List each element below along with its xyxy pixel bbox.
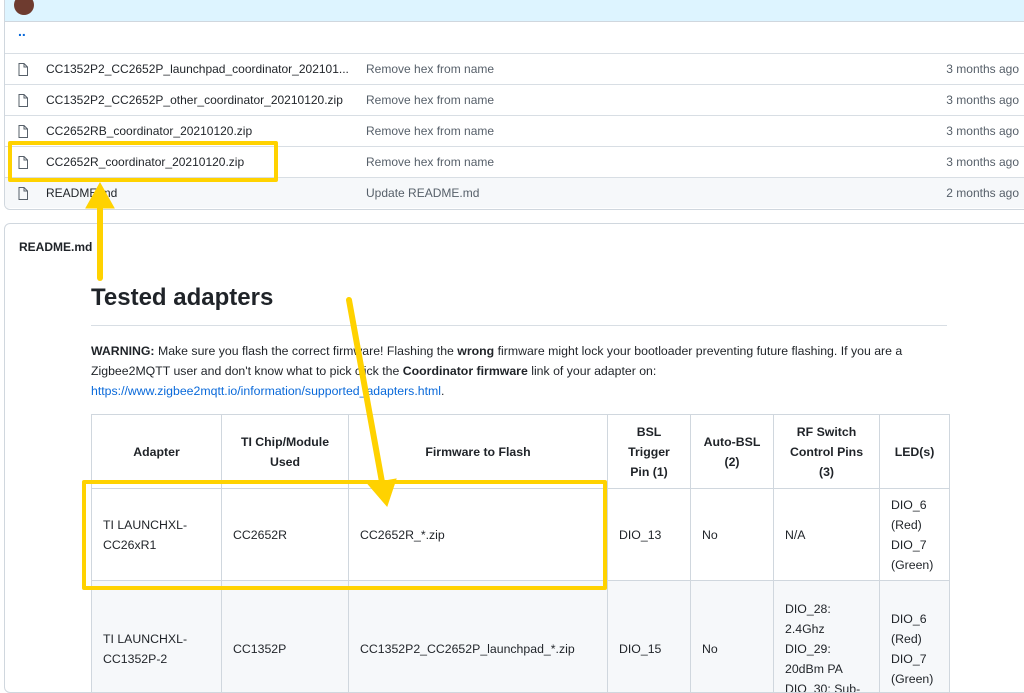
cell-chip: CC1352P bbox=[222, 581, 349, 693]
warning-text: link of your adapter on: bbox=[528, 364, 657, 378]
file-icon bbox=[18, 156, 28, 169]
cell-rf-switch: N/A bbox=[774, 489, 880, 581]
file-row[interactable]: README.md Update README.md 2 months ago bbox=[5, 177, 1024, 208]
parent-dir-row[interactable]: .. bbox=[5, 22, 1024, 53]
adapters-table: Adapter TI Chip/ModuleUsed Firmware to F… bbox=[91, 414, 950, 693]
commit-age: 3 months ago bbox=[946, 147, 1019, 178]
table-header-row: Adapter TI Chip/ModuleUsed Firmware to F… bbox=[92, 415, 950, 489]
file-row[interactable]: CC1352P2_CC2652P_other_coordinator_20210… bbox=[5, 84, 1024, 115]
commit-message-link[interactable]: Update README.md bbox=[366, 178, 479, 209]
table-row: TI LAUNCHXL-CC1352P-2 CC1352P CC1352P2_C… bbox=[92, 581, 950, 693]
file-icon bbox=[18, 94, 28, 107]
file-list: .. CC1352P2_CC2652P_launchpad_coordinato… bbox=[4, 0, 1024, 210]
commit-age: 3 months ago bbox=[946, 54, 1019, 85]
latest-commit-bar bbox=[5, 0, 1024, 22]
file-name-link[interactable]: CC2652R_coordinator_20210120.zip bbox=[46, 147, 244, 178]
file-row[interactable]: CC1352P2_CC2652P_launchpad_coordinator_2… bbox=[5, 53, 1024, 84]
commit-message-link[interactable]: Remove hex from name bbox=[366, 116, 494, 147]
warning-prefix: WARNING: bbox=[91, 344, 155, 358]
cell-auto-bsl: No bbox=[691, 581, 774, 693]
file-name-link[interactable]: CC2652RB_coordinator_20210120.zip bbox=[46, 116, 252, 147]
commit-age: 3 months ago bbox=[946, 116, 1019, 147]
readme-panel: README.md Tested adapters WARNING: Make … bbox=[4, 223, 1024, 693]
cell-adapter: TI LAUNCHXL-CC1352P-2 bbox=[92, 581, 222, 693]
col-header-auto-bsl: Auto-BSL(2) bbox=[691, 415, 774, 489]
cell-leds: DIO_6(Red)DIO_7(Green) bbox=[880, 581, 950, 693]
heading-divider bbox=[91, 325, 947, 326]
readme-filename: README.md bbox=[19, 240, 92, 254]
warning-end: . bbox=[441, 384, 444, 398]
file-name-link[interactable]: CC1352P2_CC2652P_launchpad_coordinator_2… bbox=[46, 54, 349, 85]
warning-text: Make sure you flash the correct firmware… bbox=[155, 344, 458, 358]
cell-bsl: DIO_15 bbox=[608, 581, 691, 693]
warning-coordinator: Coordinator firmware bbox=[403, 364, 528, 378]
file-icon bbox=[18, 187, 28, 200]
warning-paragraph: WARNING: Make sure you flash the correct… bbox=[91, 341, 949, 401]
file-name-link[interactable]: CC1352P2_CC2652P_other_coordinator_20210… bbox=[46, 85, 343, 116]
cell-rf-switch: DIO_28:2.4GhzDIO_29:20dBm PADIO_30: Sub- bbox=[774, 581, 880, 693]
cell-firmware: CC1352P2_CC2652P_launchpad_*.zip bbox=[349, 581, 608, 693]
file-name-link[interactable]: README.md bbox=[46, 178, 117, 209]
cell-leds: DIO_6(Red)DIO_7(Green) bbox=[880, 489, 950, 581]
col-header-chip: TI Chip/ModuleUsed bbox=[222, 415, 349, 489]
commit-age: 2 months ago bbox=[946, 178, 1019, 209]
commit-message-link[interactable]: Remove hex from name bbox=[366, 54, 494, 85]
col-header-bsl: BSLTriggerPin (1) bbox=[608, 415, 691, 489]
cell-bsl: DIO_13 bbox=[608, 489, 691, 581]
supported-adapters-link[interactable]: https://www.zigbee2mqtt.io/information/s… bbox=[91, 384, 441, 398]
file-row[interactable]: CC2652R_coordinator_20210120.zip Remove … bbox=[5, 146, 1024, 177]
col-header-adapter: Adapter bbox=[92, 415, 222, 489]
cell-auto-bsl: No bbox=[691, 489, 774, 581]
cell-chip: CC2652R bbox=[222, 489, 349, 581]
col-header-leds: LED(s) bbox=[880, 415, 950, 489]
cell-firmware: CC2652R_*.zip bbox=[349, 489, 608, 581]
commit-age: 3 months ago bbox=[946, 85, 1019, 116]
cell-adapter: TI LAUNCHXL-CC26xR1 bbox=[92, 489, 222, 581]
file-icon bbox=[18, 125, 28, 138]
commit-message-link[interactable]: Remove hex from name bbox=[366, 147, 494, 178]
readme-heading: Tested adapters bbox=[91, 284, 273, 312]
parent-dir-link[interactable]: .. bbox=[18, 16, 26, 47]
warning-wrong: wrong bbox=[457, 344, 494, 358]
commit-message-link[interactable]: Remove hex from name bbox=[366, 85, 494, 116]
file-row[interactable]: CC2652RB_coordinator_20210120.zip Remove… bbox=[5, 115, 1024, 146]
col-header-firmware: Firmware to Flash bbox=[349, 415, 608, 489]
file-icon bbox=[18, 63, 28, 76]
avatar[interactable] bbox=[14, 0, 34, 15]
col-header-rf-switch: RF SwitchControl Pins(3) bbox=[774, 415, 880, 489]
table-row: TI LAUNCHXL-CC26xR1 CC2652R CC2652R_*.zi… bbox=[92, 489, 950, 581]
